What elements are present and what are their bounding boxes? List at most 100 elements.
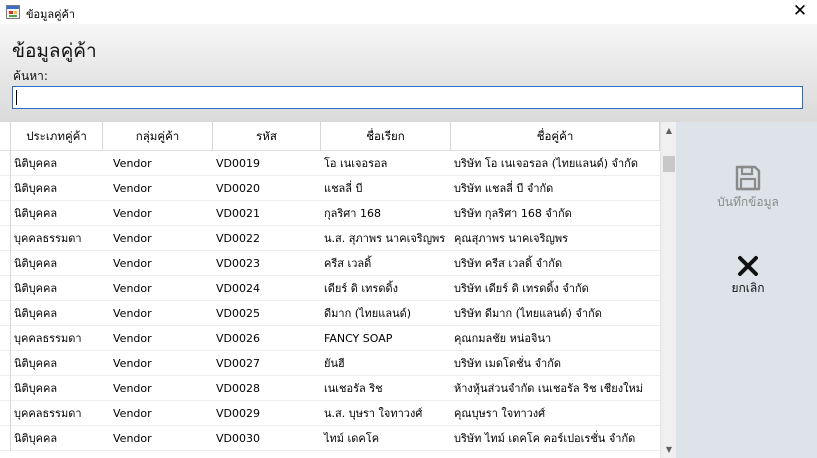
cell-code[interactable]: VD0025	[213, 301, 321, 326]
cell-short-name[interactable]: เดียร์ ดิ เทรดดิ้ง	[321, 276, 451, 301]
cell-partner-type[interactable]: บุคคลธรรมดา	[11, 401, 103, 426]
cell-code[interactable]: VD0028	[213, 376, 321, 401]
cell-partner-type[interactable]: บุคคลธรรมดา	[11, 326, 103, 351]
cell-partner-group[interactable]: Vendor	[103, 401, 213, 426]
floppy-disk-icon	[735, 165, 761, 191]
row-header[interactable]	[0, 401, 11, 426]
cell-partner-type[interactable]: นิติบุคคล	[11, 376, 103, 401]
cell-code[interactable]: VD0026	[213, 326, 321, 351]
cell-partner-type[interactable]: นิติบุคคล	[11, 201, 103, 226]
cell-short-name[interactable]: ไทม์ เดคโค	[321, 426, 451, 451]
cell-code[interactable]: VD0021	[213, 201, 321, 226]
cell-partner-type[interactable]: นิติบุคคล	[11, 151, 103, 176]
cell-short-name[interactable]: กุลริศา 168	[321, 201, 451, 226]
table-row[interactable]: บุคคลธรรมดา Vendor VD0022 น.ส. สุภาพร นาคเจ…	[0, 226, 660, 251]
cell-short-name[interactable]: ดีมาก (ไทยแลนด์)	[321, 301, 451, 326]
cell-partner-name[interactable]: บริษัท เดียร์ ดิ เทรดดิ้ง จำกัด	[451, 276, 660, 301]
cell-partner-type[interactable]: นิติบุคคล	[11, 251, 103, 276]
cell-partner-group[interactable]: Vendor	[103, 151, 213, 176]
cell-partner-name[interactable]: คุณบุษรา ใจทาวงศ์	[451, 401, 660, 426]
cell-code[interactable]: VD0024	[213, 276, 321, 301]
cell-partner-name[interactable]: บริษัท ไทม์ เดคโค คอร์เปอเรชั่น จำกัด	[451, 426, 660, 451]
table-row[interactable]: นิติบุคคล Vendor VD0021 กุลริศา 168 บริษัท ก…	[0, 201, 660, 226]
cell-partner-group[interactable]: Vendor	[103, 201, 213, 226]
column-header-code[interactable]: รหัส	[213, 122, 321, 151]
cell-partner-type[interactable]: นิติบุคคล	[11, 351, 103, 376]
scroll-down-arrow-icon[interactable]: ▼	[661, 441, 676, 458]
row-header[interactable]	[0, 426, 11, 451]
scroll-thumb[interactable]	[663, 156, 675, 172]
cell-short-name[interactable]: แชลลี่ บี	[321, 176, 451, 201]
cell-partner-group[interactable]: Vendor	[103, 426, 213, 451]
row-header[interactable]	[0, 276, 11, 301]
cell-partner-group[interactable]: Vendor	[103, 226, 213, 251]
cell-partner-group[interactable]: Vendor	[103, 251, 213, 276]
cell-partner-group[interactable]: Vendor	[103, 326, 213, 351]
row-header[interactable]	[0, 301, 11, 326]
cell-partner-type[interactable]: นิติบุคคล	[11, 276, 103, 301]
table-row[interactable]: นิติบุคคล Vendor VD0027 ยันฮี บริษัท เมดโดชั…	[0, 351, 660, 376]
cancel-button[interactable]: ยกเลิก	[698, 254, 798, 320]
row-header[interactable]	[0, 151, 11, 176]
cell-partner-group[interactable]: Vendor	[103, 376, 213, 401]
close-window-button[interactable]: ✕	[783, 0, 817, 24]
table-row[interactable]: นิติบุคคล Vendor VD0025 ดีมาก (ไทยแลนด์) บริ…	[0, 301, 660, 326]
cell-partner-name[interactable]: บริษัท เมดโดชั่น จำกัด	[451, 351, 660, 376]
scroll-up-arrow-icon[interactable]: ▲	[661, 122, 676, 139]
cell-partner-name[interactable]: บริษัท ดีมาก (ไทยแลนด์) จำกัด	[451, 301, 660, 326]
save-button[interactable]: บันทึกข้อมูล	[698, 164, 798, 230]
table-row[interactable]: นิติบุคคล Vendor VD0020 แชลลี่ บี บริษัท แชล…	[0, 176, 660, 201]
cell-code[interactable]: VD0027	[213, 351, 321, 376]
column-header-short-name[interactable]: ชื่อเรียก	[321, 122, 451, 151]
cell-partner-name[interactable]: ห้างหุ้นส่วนจำกัด เนเชอรัล ริช เชียงใหม่	[451, 376, 660, 401]
cell-short-name[interactable]: ยันฮี	[321, 351, 451, 376]
window-titlebar: ข้อมูลคู่ค้า ✕	[0, 0, 817, 24]
table-row[interactable]: นิติบุคคล Vendor VD0019 โอ เนเจอรอล บริษัท โ…	[0, 151, 660, 176]
table-row[interactable]: บุคคลธรรมดา Vendor VD0026 FANCY SOAP คุณกมลช…	[0, 326, 660, 351]
column-header-partner-group[interactable]: กลุ่มคู่ค้า	[103, 122, 213, 151]
row-header[interactable]	[0, 251, 11, 276]
cell-partner-name[interactable]: คุณกมลชัย หน่อจินา	[451, 326, 660, 351]
cell-short-name[interactable]: ครีส เวลดิ้	[321, 251, 451, 276]
cell-partner-group[interactable]: Vendor	[103, 351, 213, 376]
table-row[interactable]: บุคคลธรรมดา Vendor VD0029 น.ส. บุษรา ใจทาวง…	[0, 401, 660, 426]
cell-code[interactable]: VD0023	[213, 251, 321, 276]
table-row[interactable]: นิติบุคคล Vendor VD0028 เนเชอรัล ริช ห้างหุ้…	[0, 376, 660, 401]
cell-code[interactable]: VD0019	[213, 151, 321, 176]
column-header-partner-name[interactable]: ชื่อคู่ค้า	[451, 122, 660, 151]
row-header[interactable]	[0, 376, 11, 401]
cell-partner-type[interactable]: นิติบุคคล	[11, 301, 103, 326]
cell-short-name[interactable]: น.ส. บุษรา ใจทาวงศ์	[321, 401, 451, 426]
cell-partner-type[interactable]: นิติบุคคล	[11, 176, 103, 201]
table-row[interactable]: นิติบุคคล Vendor VD0023 ครีส เวลดิ้ บริษัท ค…	[0, 251, 660, 276]
partners-table[interactable]: ประเภทคู่ค้า กลุ่มคู่ค้า รหัส ชื่อเรียก …	[0, 122, 676, 458]
search-input[interactable]	[12, 86, 803, 109]
table-row[interactable]: นิติบุคคล Vendor VD0024 เดียร์ ดิ เทรดดิ้งบ…	[0, 276, 660, 301]
cell-partner-name[interactable]: บริษัท กุลริศา 168 จำกัด	[451, 201, 660, 226]
cell-partner-name[interactable]: บริษัท ครีส เวลดิ้ จำกัด	[451, 251, 660, 276]
cell-code[interactable]: VD0029	[213, 401, 321, 426]
cell-code[interactable]: VD0030	[213, 426, 321, 451]
cell-short-name[interactable]: โอ เนเจอรอล	[321, 151, 451, 176]
row-header[interactable]	[0, 201, 11, 226]
cell-code[interactable]: VD0020	[213, 176, 321, 201]
vertical-scrollbar[interactable]: ▲ ▼	[660, 122, 676, 458]
cell-partner-name[interactable]: คุณสุภาพร นาคเจริญพร	[451, 226, 660, 251]
cell-partner-type[interactable]: บุคคลธรรมดา	[11, 226, 103, 251]
cell-partner-type[interactable]: นิติบุคคล	[11, 426, 103, 451]
row-header[interactable]	[0, 226, 11, 251]
table-row[interactable]: นิติบุคคล Vendor VD0030 ไทม์ เดคโค บริษัท ไท…	[0, 426, 660, 451]
cell-short-name[interactable]: เนเชอรัล ริช	[321, 376, 451, 401]
cell-partner-group[interactable]: Vendor	[103, 276, 213, 301]
cell-code[interactable]: VD0022	[213, 226, 321, 251]
row-header[interactable]	[0, 351, 11, 376]
cell-short-name[interactable]: FANCY SOAP	[321, 326, 451, 351]
cell-partner-group[interactable]: Vendor	[103, 176, 213, 201]
cell-partner-group[interactable]: Vendor	[103, 301, 213, 326]
column-header-partner-type[interactable]: ประเภทคู่ค้า	[11, 122, 103, 151]
cell-partner-name[interactable]: บริษัท โอ เนเจอรอล (ไทยแลนด์) จำกัด	[451, 151, 660, 176]
row-header[interactable]	[0, 326, 11, 351]
cell-short-name[interactable]: น.ส. สุภาพร นาคเจริญพร	[321, 226, 451, 251]
row-header[interactable]	[0, 176, 11, 201]
cell-partner-name[interactable]: บริษัท แชลลี่ บี จำกัด	[451, 176, 660, 201]
